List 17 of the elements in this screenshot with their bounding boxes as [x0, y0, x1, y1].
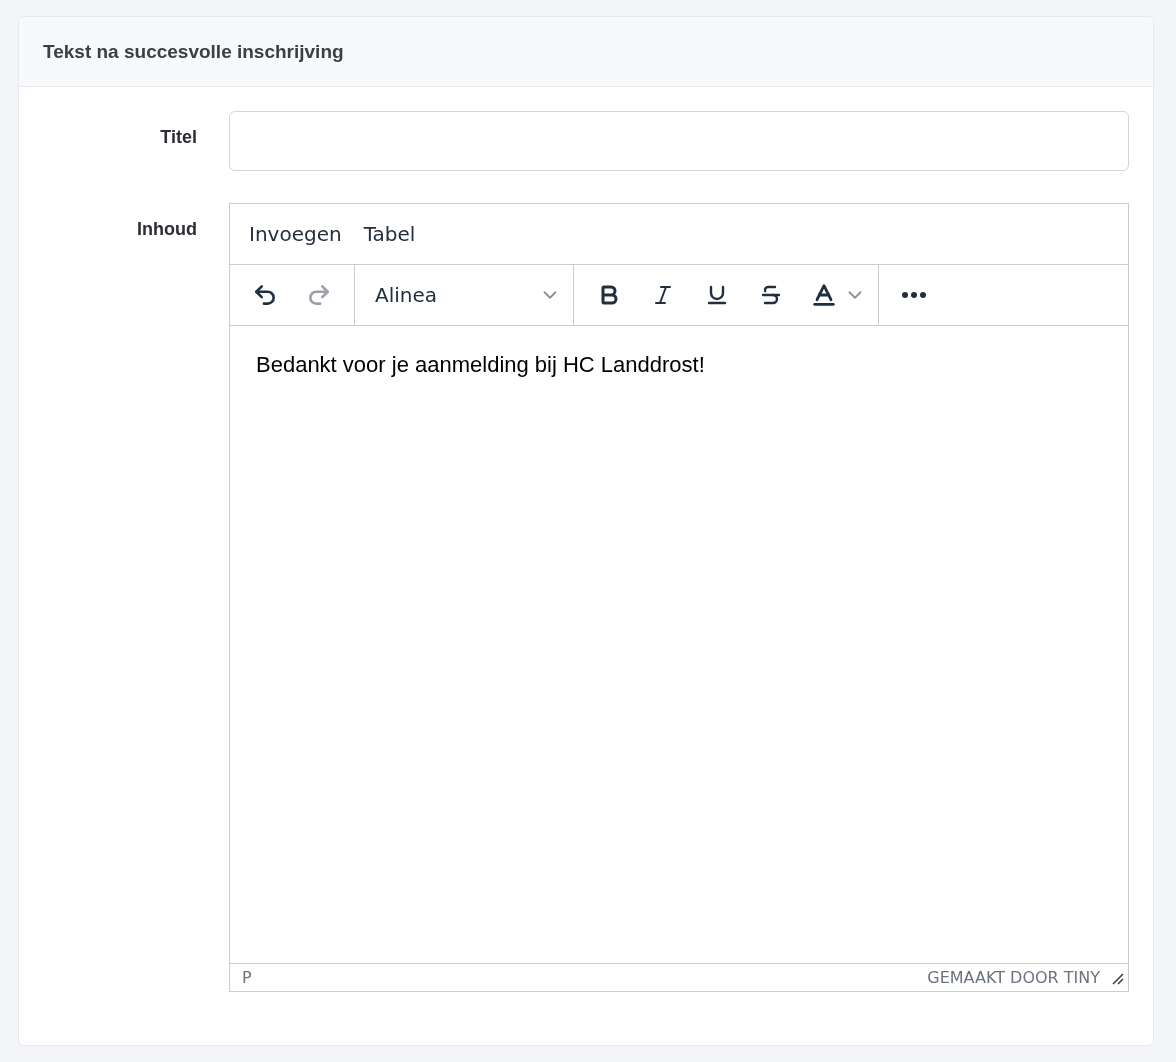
menu-item[interactable]: Invoegen: [240, 218, 351, 250]
format-dropdown[interactable]: Alinea: [363, 273, 565, 317]
resize-handle-icon[interactable]: [1110, 970, 1124, 985]
redo-icon: [306, 282, 332, 308]
element-path[interactable]: P: [242, 968, 252, 987]
strikethrough-icon: [759, 283, 783, 307]
field-label: Inhoud: [136, 218, 197, 241]
undo-icon: [252, 282, 278, 308]
title-input[interactable]: [229, 111, 1129, 171]
text-color-icon: [810, 281, 838, 309]
menu-item[interactable]: Tabel: [354, 218, 425, 250]
editor-text: Bedankt voor je aanmelding bij HC Landdrost!: [256, 352, 706, 378]
field-label: Titel: [159, 126, 197, 149]
card-title: Tekst na succesvolle inschrijving: [43, 40, 344, 63]
more-icon: [902, 292, 926, 298]
branding-link[interactable]: GEMAAKT DOOR TINY: [927, 968, 1100, 987]
underline-icon: [705, 283, 729, 307]
